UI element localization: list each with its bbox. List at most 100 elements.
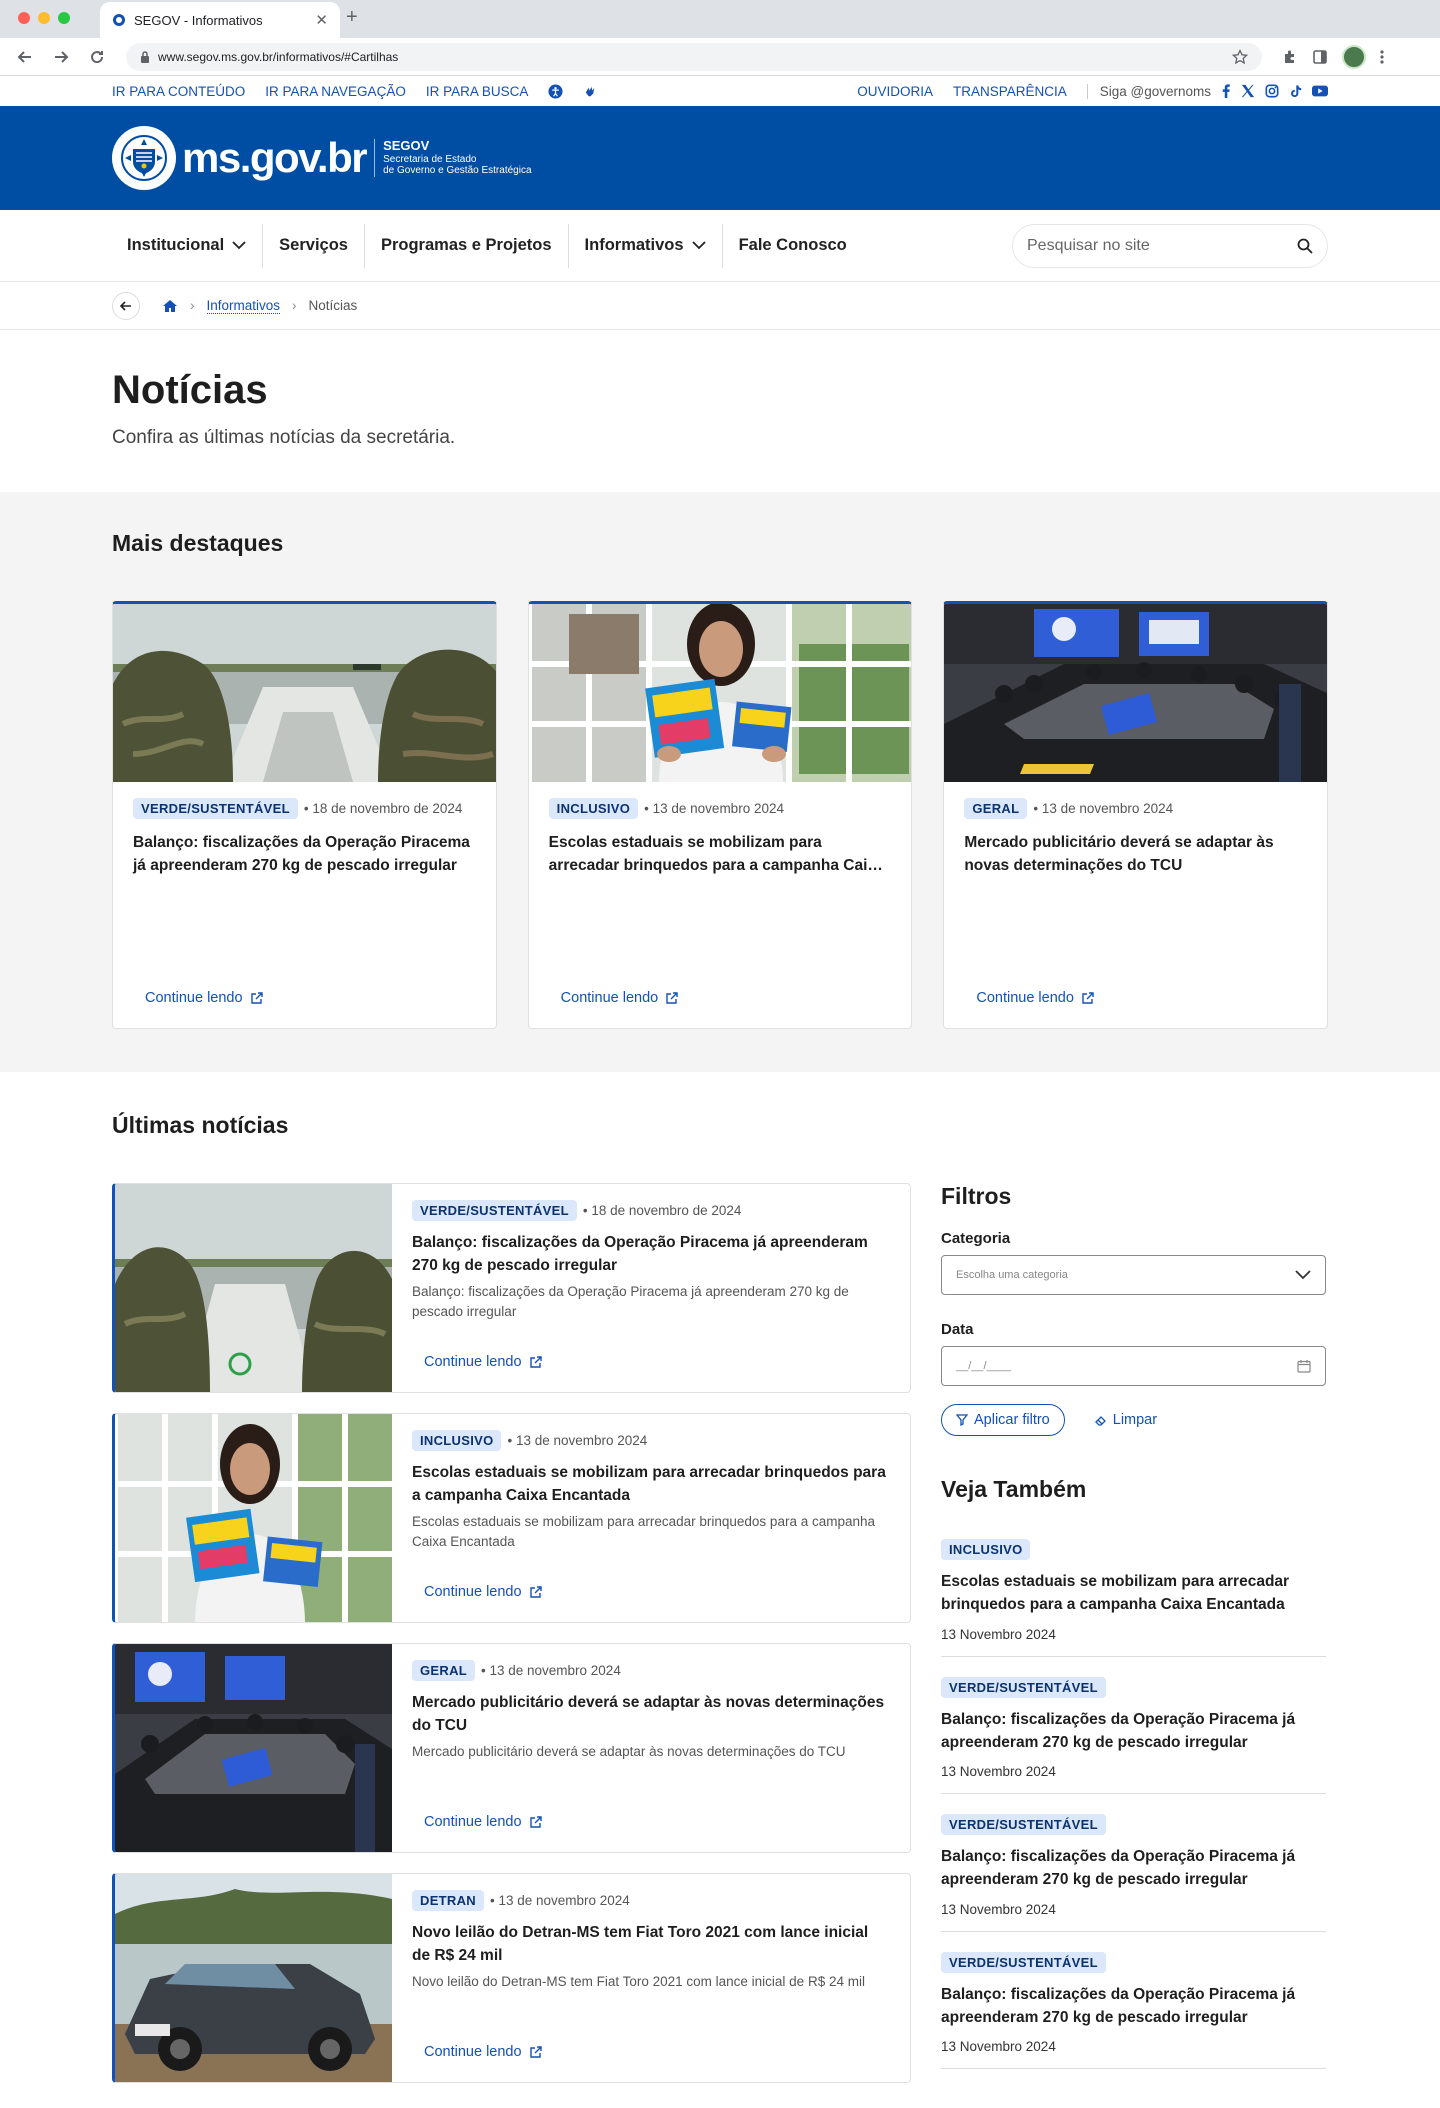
- nav-item-programas[interactable]: Programas e Projetos: [365, 223, 569, 268]
- nav-item-informativos[interactable]: Informativos: [569, 223, 723, 268]
- tab-close-icon[interactable]: ✕: [315, 11, 328, 29]
- see-also-title-text[interactable]: Escolas estaduais se mobilizam para arre…: [941, 1570, 1326, 1617]
- news-excerpt: Balanço: fiscalizações da Operação Pirac…: [412, 1283, 849, 1319]
- news-list-item[interactable]: VERDE/SUSTENTÁVEL • 18 de novembro de 20…: [112, 1183, 911, 1393]
- new-tab-icon[interactable]: +: [346, 6, 358, 29]
- news-title[interactable]: Mercado publicitário deverá se adaptar à…: [944, 819, 1327, 878]
- see-also-item[interactable]: VERDE/SUSTENTÁVEL Balanço: fiscalizações…: [941, 1794, 1326, 1932]
- browser-tab[interactable]: SEGOV - Informativos ✕: [100, 2, 340, 38]
- news-photo-pickup-truck[interactable]: [115, 1874, 392, 2082]
- facebook-icon[interactable]: [1221, 84, 1231, 98]
- skip-to-search-link[interactable]: IR PARA BUSCA: [426, 84, 529, 99]
- news-photo-boat[interactable]: [115, 1184, 392, 1392]
- date-input[interactable]: __/__/____: [941, 1346, 1326, 1386]
- continue-reading-link[interactable]: Continue lendo: [424, 1814, 542, 1830]
- transparencia-link[interactable]: TRANSPARÊNCIA: [953, 84, 1067, 99]
- nav-item-institucional[interactable]: Institucional: [112, 223, 264, 268]
- news-title[interactable]: Balanço: fiscalizações da Operação Pirac…: [113, 819, 496, 878]
- continue-reading-link[interactable]: Continue lendo: [424, 1584, 542, 1600]
- reload-icon[interactable]: [82, 42, 112, 72]
- see-also-item[interactable]: VERDE/SUSTENTÁVEL Balanço: fiscalizações…: [941, 1657, 1326, 1794]
- news-photo-meeting[interactable]: [115, 1644, 392, 1852]
- back-arrow-icon[interactable]: [10, 42, 40, 72]
- highlight-card[interactable]: VERDE/SUSTENTÁVEL • 18 de novembro de 20…: [112, 601, 497, 1029]
- category-badge[interactable]: VERDE/SUSTENTÁVEL: [941, 1814, 1106, 1835]
- forward-arrow-icon[interactable]: [46, 42, 76, 72]
- category-badge[interactable]: VERDE/SUSTENTÁVEL: [133, 798, 298, 819]
- news-excerpt: Mercado publicitário deverá se adaptar à…: [412, 1743, 846, 1759]
- home-icon[interactable]: [162, 299, 178, 313]
- category-badge[interactable]: INCLUSIVO: [548, 798, 639, 819]
- see-also-item[interactable]: INCLUSIVO Escolas estaduais se mobilizam…: [941, 1519, 1326, 1657]
- site-brand[interactable]: ms.gov.br: [182, 134, 368, 182]
- category-badge[interactable]: DETRAN: [412, 1890, 484, 1911]
- continue-reading-link[interactable]: Continue lendo: [976, 990, 1094, 1006]
- bookmark-star-icon[interactable]: [1232, 48, 1248, 65]
- skip-to-content-link[interactable]: IR PARA CONTEÚDO: [112, 84, 245, 99]
- maximize-window-button[interactable]: [58, 12, 70, 24]
- calendar-icon[interactable]: [1297, 1359, 1311, 1373]
- news-photo-meeting[interactable]: [944, 604, 1328, 782]
- clear-filter-button[interactable]: Limpar: [1094, 1412, 1157, 1428]
- see-also-title-text[interactable]: Balanço: fiscalizações da Operação Pirac…: [941, 1845, 1326, 1892]
- see-also-title-text[interactable]: Balanço: fiscalizações da Operação Pirac…: [941, 1708, 1326, 1755]
- category-badge[interactable]: INCLUSIVO: [941, 1539, 1031, 1560]
- news-date: • 13 de novembro 2024: [489, 1893, 630, 1908]
- breadcrumb-current: Notícias: [308, 298, 358, 313]
- category-select[interactable]: Escolha uma categoria: [941, 1255, 1326, 1295]
- youtube-icon[interactable]: [1312, 85, 1328, 97]
- highlight-card[interactable]: INCLUSIVO • 13 de novembro 2024 Escolas …: [527, 601, 913, 1029]
- news-list-item[interactable]: GERAL • 13 de novembro 2024 Mercado publ…: [112, 1643, 911, 1853]
- category-badge[interactable]: VERDE/SUSTENTÁVEL: [941, 1676, 1106, 1698]
- profile-avatar[interactable]: [1342, 44, 1366, 69]
- news-title[interactable]: Mercado publicitário deverá se adaptar à…: [412, 1691, 890, 1738]
- breadcrumb-informativos-link[interactable]: Informativos: [206, 298, 281, 314]
- news-title[interactable]: Balanço: fiscalizações da Operação Pirac…: [412, 1231, 890, 1278]
- news-photo-student[interactable]: [115, 1414, 392, 1622]
- skip-to-navigation-link[interactable]: IR PARA NAVEGAÇÃO: [265, 84, 406, 99]
- side-panel-icon[interactable]: [1312, 49, 1328, 65]
- see-also-title-text[interactable]: Balanço: fiscalizações da Operação Pirac…: [941, 1983, 1326, 2030]
- news-title[interactable]: Escolas estaduais se mobilizam para arre…: [529, 819, 912, 878]
- category-badge[interactable]: VERDE/SUSTENTÁVEL: [941, 1951, 1106, 1973]
- latest-news-title: Últimas notícias: [112, 1112, 289, 1138]
- apply-filter-button[interactable]: Aplicar filtro: [941, 1404, 1065, 1436]
- continue-reading-link[interactable]: Continue lendo: [145, 990, 263, 1006]
- see-also-date: 13 Novembro 2024: [941, 1626, 1056, 1642]
- x-twitter-icon[interactable]: [1241, 84, 1255, 98]
- nav-item-fale-conosco[interactable]: Fale Conosco: [723, 224, 863, 268]
- news-title[interactable]: Novo leilão do Detran-MS tem Fiat Toro 2…: [412, 1921, 890, 1968]
- site-search-input[interactable]: Pesquisar no site: [1012, 223, 1328, 268]
- extensions-puzzle-icon[interactable]: [1282, 49, 1298, 65]
- nav-item-servicos[interactable]: Serviços: [263, 223, 365, 268]
- state-coat-of-arms-logo[interactable]: [112, 126, 176, 190]
- ouvidoria-link[interactable]: OUVIDORIA: [857, 84, 933, 99]
- category-badge[interactable]: GERAL: [412, 1660, 475, 1681]
- sign-language-icon[interactable]: [583, 84, 598, 99]
- news-title[interactable]: Escolas estaduais se mobilizam para arre…: [412, 1461, 890, 1508]
- accessibility-icon[interactable]: [548, 83, 563, 99]
- category-badge[interactable]: INCLUSIVO: [412, 1430, 502, 1451]
- continue-reading-link[interactable]: Continue lendo: [424, 2044, 542, 2060]
- see-also-item[interactable]: VERDE/SUSTENTÁVEL Balanço: fiscalizações…: [941, 1932, 1326, 2069]
- site-header: ms.gov.br SEGOV Secretaria de Estado de …: [0, 106, 1440, 210]
- tiktok-icon[interactable]: [1289, 84, 1302, 98]
- browser-menu-icon[interactable]: [1380, 49, 1384, 65]
- address-bar[interactable]: www.segov.ms.gov.br/informativos/#Cartil…: [126, 42, 1262, 71]
- news-photo-boat[interactable]: [113, 604, 496, 782]
- breadcrumb-back-button[interactable]: [112, 291, 140, 320]
- news-photo-student[interactable]: [528, 604, 912, 782]
- continue-reading-link[interactable]: Continue lendo: [424, 1354, 542, 1370]
- category-badge[interactable]: VERDE/SUSTENTÁVEL: [412, 1200, 577, 1221]
- news-list-item[interactable]: INCLUSIVO • 13 de novembro 2024 Escolas …: [112, 1413, 911, 1623]
- category-badge[interactable]: GERAL: [964, 798, 1028, 819]
- instagram-icon[interactable]: [1265, 84, 1279, 98]
- continue-reading-label: Continue lendo: [424, 1814, 522, 1830]
- minimize-window-button[interactable]: [38, 12, 50, 24]
- news-list-item[interactable]: DETRAN • 13 de novembro 2024 Novo leilão…: [112, 1873, 911, 2083]
- window-controls[interactable]: [18, 12, 70, 24]
- close-window-button[interactable]: [18, 12, 30, 24]
- search-icon[interactable]: [1297, 238, 1313, 254]
- highlight-card[interactable]: GERAL • 13 de novembro 2024 Mercado publ…: [943, 601, 1329, 1029]
- continue-reading-link[interactable]: Continue lendo: [561, 990, 679, 1006]
